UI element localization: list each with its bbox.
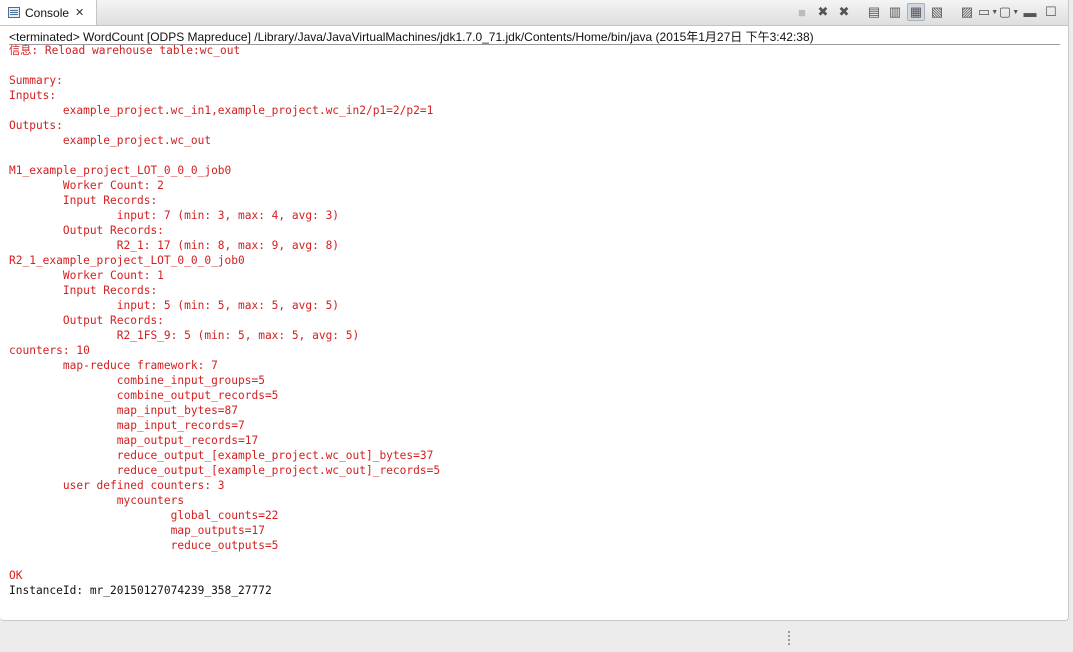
output-line: reduce_output_[example_project.wc_out]_r… [9, 464, 441, 477]
output-line: R2_1: 17 (min: 8, max: 9, avg: 8) [9, 239, 340, 252]
minimize-icon[interactable]: ▬ [1021, 3, 1039, 21]
pin-console-icon[interactable]: ▨ [958, 3, 976, 21]
output-line: Input Records: [9, 284, 158, 297]
output-line: input: 5 (min: 5, max: 5, avg: 5) [9, 299, 340, 312]
show-console-on-output-icon[interactable]: ▧ [928, 3, 946, 21]
remove-all-terminated-icon[interactable]: ✖ [835, 3, 853, 21]
output-line: R2_1FS_9: 5 (min: 5, max: 5, avg: 5) [9, 329, 360, 342]
output-line: map_input_bytes=87 [9, 404, 239, 417]
output-line: OK [9, 569, 23, 582]
output-line: Output Records: [9, 224, 164, 237]
output-line: global_counts=22 [9, 509, 279, 522]
output-line: Worker Count: 2 [9, 179, 164, 192]
output-line: M1_example_project_LOT_0_0_0_job0 [9, 164, 232, 177]
output-line: reduce_output_[example_project.wc_out]_b… [9, 449, 434, 462]
output-line: map-reduce framework: 7 [9, 359, 218, 372]
output-line: Summary: [9, 74, 63, 87]
console-icon [8, 7, 20, 18]
tab-console[interactable]: Console ✕ [0, 0, 97, 25]
output-line: Inputs: [9, 89, 57, 102]
scroll-lock-icon[interactable]: ▥ [886, 3, 904, 21]
output-line: map_input_records=7 [9, 419, 245, 432]
console-toolbar: ■ ✖ ✖ ▤ ▥ ▦ ▧ ▨ ▭ ▼ ▢ ▼ ▬ ☐ [793, 2, 1060, 22]
toolbar-separator [856, 3, 862, 21]
output-line: map_outputs=17 [9, 524, 265, 537]
output-line: Worker Count: 1 [9, 269, 164, 282]
output-line: mycounters [9, 494, 185, 507]
console-output[interactable]: 信息: Reload warehouse table:wc_out Summary… [9, 43, 440, 598]
close-icon[interactable]: ✕ [75, 6, 84, 19]
output-line: Output Records: [9, 314, 164, 327]
output-line: Input Records: [9, 194, 158, 207]
toolbar-separator [949, 3, 955, 21]
output-line: R2_1_example_project_LOT_0_0_0_job0 [9, 254, 245, 267]
output-line: example_project.wc_in1,example_project.w… [9, 104, 434, 117]
output-line: map_output_records=17 [9, 434, 259, 447]
clear-console-icon[interactable]: ▤ [865, 3, 883, 21]
resize-handle[interactable] [787, 631, 791, 649]
output-line: counters: 10 [9, 344, 90, 357]
output-line: example_project.wc_out [9, 134, 212, 147]
output-line: combine_output_records=5 [9, 389, 279, 402]
display-selected-console-icon[interactable]: ▭ ▼ [978, 3, 998, 21]
output-line: combine_input_groups=5 [9, 374, 265, 387]
output-line: Outputs: [9, 119, 63, 132]
output-line: reduce_outputs=5 [9, 539, 279, 552]
terminate-icon[interactable]: ■ [793, 3, 811, 21]
maximize-icon[interactable]: ☐ [1042, 3, 1060, 21]
tab-title: Console [25, 5, 70, 20]
remove-launch-icon[interactable]: ✖ [814, 3, 832, 21]
console-tab-bar: Console ✕ ■ ✖ ✖ ▤ ▥ ▦ ▧ ▨ ▭ ▼ ▢ ▼ ▬ ☐ [0, 0, 1068, 26]
output-line: 信息: Reload warehouse table:wc_out [9, 44, 241, 57]
output-line: input: 7 (min: 3, max: 4, avg: 3) [9, 209, 340, 222]
output-line: InstanceId: mr_20150127074239_358_27772 [9, 584, 272, 597]
word-wrap-icon[interactable]: ▦ [907, 3, 925, 21]
open-console-icon[interactable]: ▢ ▼ [999, 3, 1019, 21]
console-view: Console ✕ ■ ✖ ✖ ▤ ▥ ▦ ▧ ▨ ▭ ▼ ▢ ▼ ▬ ☐ <ter… [0, 0, 1069, 621]
output-line: user defined counters: 3 [9, 479, 225, 492]
